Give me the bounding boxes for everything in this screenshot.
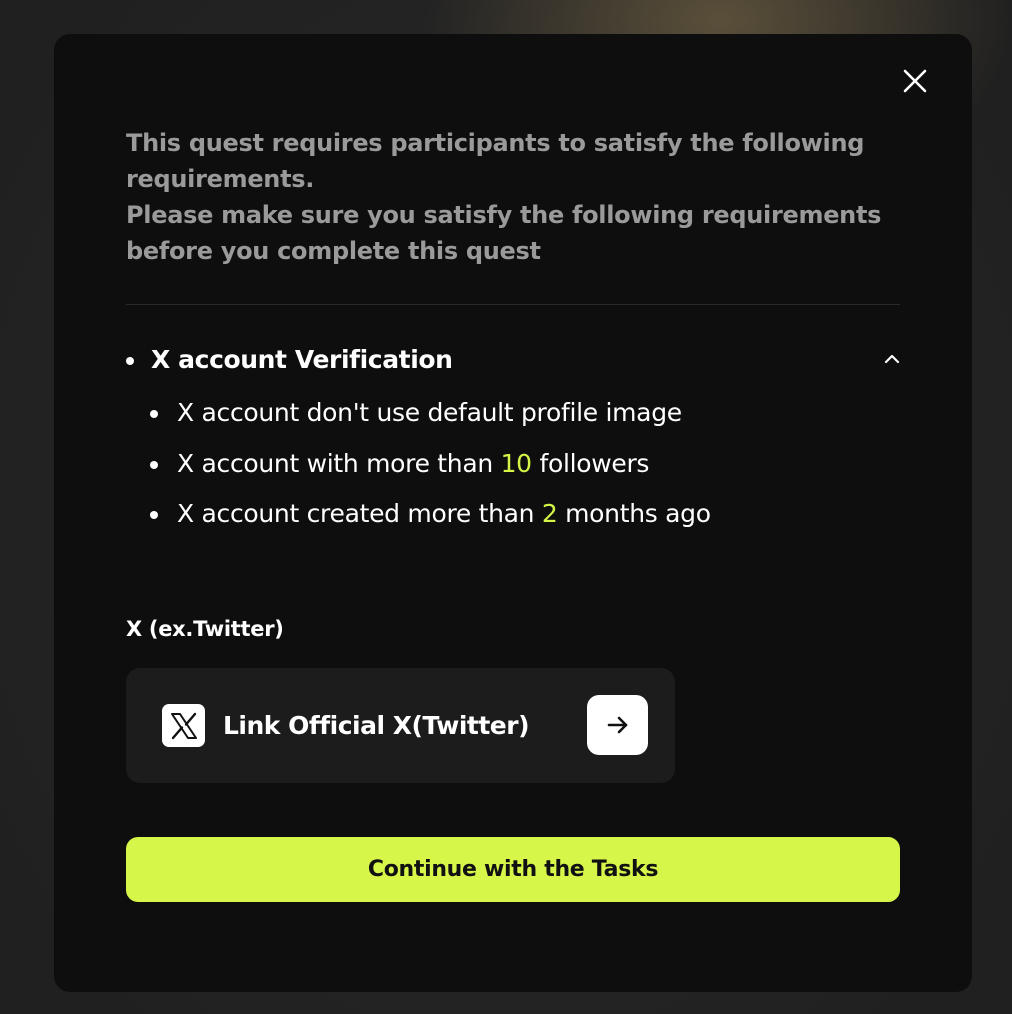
requirement-value: 10 <box>500 448 533 478</box>
chevron-up-icon <box>884 354 900 364</box>
divider <box>126 304 900 305</box>
requirement-text-suffix: followers <box>531 448 650 478</box>
intro-text-line-1: This quest requires participants to sati… <box>126 129 865 193</box>
requirement-value: 2 <box>541 499 558 528</box>
section-title: X account Verification <box>151 345 453 374</box>
requirement-text-suffix: months ago <box>557 499 711 528</box>
requirement-text: X account with more than <box>177 448 501 478</box>
social-section-label: X (ex.Twitter) <box>126 617 284 641</box>
link-x-label: Link Official X(Twitter) <box>223 711 530 740</box>
bullet <box>150 410 158 418</box>
bullet <box>126 357 134 365</box>
requirement-text: X account created more than <box>177 499 542 528</box>
intro-text-line-2: Please make sure you satisfy the followi… <box>126 201 882 265</box>
bullet <box>150 511 158 519</box>
requirement-item: X account created more than 2 months ago <box>150 489 870 540</box>
requirements-modal: This quest requires participants to sati… <box>54 34 972 992</box>
requirements-intro: This quest requires participants to sati… <box>126 125 906 269</box>
link-x-card[interactable]: Link Official X(Twitter) <box>126 668 675 783</box>
requirements-list: X account don't use default profile imag… <box>150 388 870 540</box>
verification-section-toggle[interactable]: X account Verification <box>126 340 900 380</box>
requirement-item: X account with more than 10 followers <box>150 439 870 490</box>
close-button[interactable] <box>901 67 929 95</box>
close-icon <box>903 69 927 93</box>
continue-button[interactable]: Continue with the Tasks <box>126 837 900 902</box>
link-x-button[interactable] <box>587 695 648 755</box>
requirement-text: X account don't use default profile imag… <box>177 398 682 427</box>
requirement-item: X account don't use default profile imag… <box>150 388 870 439</box>
bullet <box>150 460 158 469</box>
arrow-right-icon <box>607 716 627 734</box>
x-logo-icon <box>162 704 205 747</box>
